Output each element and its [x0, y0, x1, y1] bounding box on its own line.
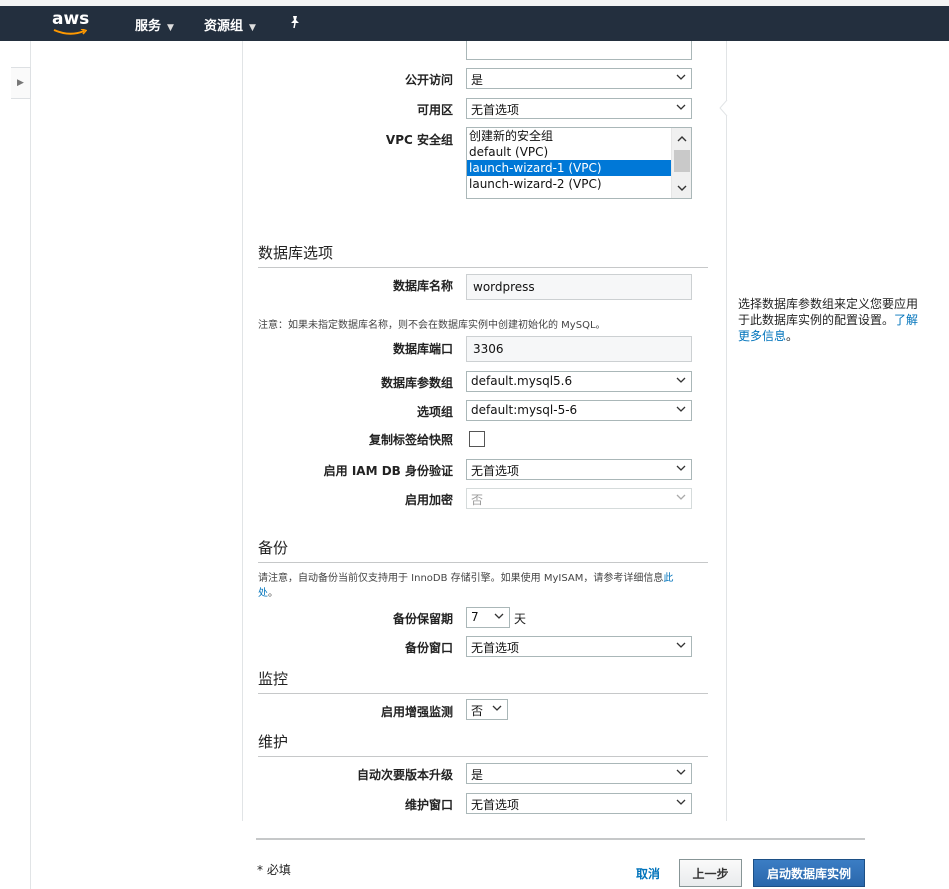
- encryption-select: 否: [466, 488, 692, 509]
- backup-details-link-cont[interactable]: 处: [258, 588, 268, 599]
- db-name-label: 数据库名称: [392, 279, 453, 293]
- backup-retention-label: 备份保留期: [392, 612, 453, 626]
- scroll-up-icon[interactable]: [672, 130, 691, 146]
- chevron-down-icon: [494, 613, 504, 619]
- chevron-down-icon: [676, 799, 686, 805]
- aws-logo-text: aws: [52, 9, 90, 29]
- public-access-value: 是: [471, 73, 484, 87]
- pin-icon[interactable]: [288, 15, 302, 29]
- chevron-down-icon: [676, 74, 686, 80]
- db-port-value: 3306: [473, 342, 504, 356]
- option-group-value: default:mysql-5-6: [471, 403, 578, 417]
- help-suffix: 。: [786, 329, 799, 343]
- backup-retention-value: 7: [471, 610, 479, 624]
- listbox-scrollbar[interactable]: [671, 128, 691, 198]
- maintenance-window-select[interactable]: 无首选项: [466, 793, 692, 814]
- backup-section-title: 备份: [258, 537, 708, 563]
- db-port-input[interactable]: 3306: [466, 336, 692, 362]
- vpc-security-group-listbox[interactable]: 创建新的安全组 default (VPC) launch-wizard-1 (V…: [466, 127, 692, 199]
- maintenance-section-title: 维护: [258, 731, 708, 757]
- list-option-selected[interactable]: launch-wizard-1 (VPC): [467, 160, 671, 176]
- chevron-down-icon: [492, 705, 502, 711]
- availability-zone-value: 无首选项: [471, 103, 520, 117]
- launch-db-instance-button[interactable]: 启动数据库实例: [753, 859, 865, 887]
- monitoring-section-title: 监控: [258, 668, 708, 694]
- encryption-value: 否: [471, 493, 484, 507]
- aws-logo[interactable]: aws: [52, 9, 92, 37]
- nav-services-label: 服务: [135, 19, 162, 34]
- cancel-link[interactable]: 取消: [636, 865, 660, 882]
- enhanced-monitoring-value: 否: [471, 704, 484, 718]
- maintenance-window-value: 无首选项: [471, 798, 520, 812]
- help-text: 选择数据库参数组来定义您要应用于此数据库实例的配置设置。: [738, 297, 919, 327]
- nav-resource-groups-menu[interactable]: 资源组 ▼: [204, 15, 256, 34]
- backup-window-label: 备份窗口: [404, 641, 453, 655]
- required-note: * 必填: [257, 863, 291, 877]
- nav-resource-groups-label: 资源组: [204, 19, 244, 34]
- backup-note-end: 。: [268, 588, 278, 599]
- chevron-down-icon: [676, 769, 686, 775]
- encryption-label: 启用加密: [404, 493, 453, 507]
- previous-button[interactable]: 上一步: [679, 859, 742, 887]
- chevron-right-icon: ▶: [17, 78, 24, 88]
- chevron-down-icon: [676, 104, 686, 110]
- help-pointer-notch: [719, 100, 728, 116]
- backup-note: 请注意，自动备份当前仅支持用于 InnoDB 存储引擎。如果使用 MyISAM，…: [258, 571, 708, 601]
- scroll-down-icon[interactable]: [672, 180, 691, 196]
- list-option[interactable]: default (VPC): [467, 144, 671, 160]
- backup-window-value: 无首选项: [471, 641, 520, 655]
- vpc-security-group-label: VPC 安全组: [385, 133, 453, 147]
- iam-auth-value: 无首选项: [471, 464, 520, 478]
- chevron-down-icon: ▼: [167, 23, 174, 33]
- db-name-input[interactable]: wordpress: [466, 274, 692, 300]
- param-group-select[interactable]: default.mysql5.6: [466, 371, 692, 392]
- db-options-section-title: 数据库选项: [258, 242, 708, 268]
- aws-top-navbar: aws 服务 ▼ 资源组 ▼: [0, 6, 949, 41]
- copy-tags-label: 复制标签给快照: [368, 433, 453, 447]
- public-access-select[interactable]: 是: [466, 68, 692, 89]
- param-group-value: default.mysql5.6: [471, 374, 573, 388]
- enhanced-monitoring-select[interactable]: 否: [466, 699, 508, 720]
- chevron-down-icon: [676, 465, 686, 471]
- footer-divider: [256, 838, 865, 840]
- nav-services-menu[interactable]: 服务 ▼: [135, 15, 174, 34]
- public-access-label: 公开访问: [404, 73, 453, 87]
- chevron-down-icon: [676, 494, 686, 500]
- chevron-down-icon: [676, 377, 686, 383]
- backup-retention-unit: 天: [514, 612, 527, 626]
- iam-auth-label: 启用 IAM DB 身份验证: [323, 464, 453, 478]
- auto-minor-upgrade-label: 自动次要版本升级: [356, 768, 453, 782]
- truncated-field[interactable]: [466, 41, 692, 60]
- auto-minor-upgrade-value: 是: [471, 768, 484, 782]
- list-option[interactable]: launch-wizard-2 (VPC): [467, 176, 671, 192]
- help-panel: 选择数据库参数组来定义您要应用于此数据库实例的配置设置。了解更多信息。: [738, 296, 928, 344]
- param-group-label: 数据库参数组: [380, 376, 453, 390]
- chevron-down-icon: ▼: [249, 23, 256, 33]
- backup-note-text: 请注意，自动备份当前仅支持用于 InnoDB 存储引擎。如果使用 MyISAM，…: [258, 573, 664, 584]
- backup-retention-select[interactable]: 7: [466, 607, 510, 628]
- option-group-select[interactable]: default:mysql-5-6: [466, 400, 692, 421]
- db-name-note: 注意：如果未指定数据库名称，则不会在数据库实例中创建初始化的 MySQL。: [258, 320, 606, 331]
- availability-zone-label: 可用区: [416, 103, 453, 117]
- maintenance-window-label: 维护窗口: [404, 798, 453, 812]
- enhanced-monitoring-label: 启用增强监测: [380, 705, 453, 719]
- auto-minor-upgrade-select[interactable]: 是: [466, 763, 692, 784]
- left-side-panel: ▶: [0, 41, 31, 889]
- backup-window-select[interactable]: 无首选项: [466, 636, 692, 657]
- chevron-down-icon: [676, 406, 686, 412]
- availability-zone-select[interactable]: 无首选项: [466, 98, 692, 119]
- iam-auth-select[interactable]: 无首选项: [466, 459, 692, 480]
- aws-smile-icon: [53, 29, 87, 35]
- db-name-value: wordpress: [473, 280, 535, 294]
- expand-panel-toggle[interactable]: ▶: [11, 67, 31, 99]
- chevron-down-icon: [676, 642, 686, 648]
- scrollbar-thumb[interactable]: [674, 150, 690, 172]
- db-port-label: 数据库端口: [392, 342, 453, 356]
- list-option[interactable]: 创建新的安全组: [467, 128, 671, 144]
- backup-details-link[interactable]: 此: [663, 573, 673, 584]
- option-group-label: 选项组: [416, 405, 453, 419]
- copy-tags-checkbox[interactable]: [469, 431, 485, 447]
